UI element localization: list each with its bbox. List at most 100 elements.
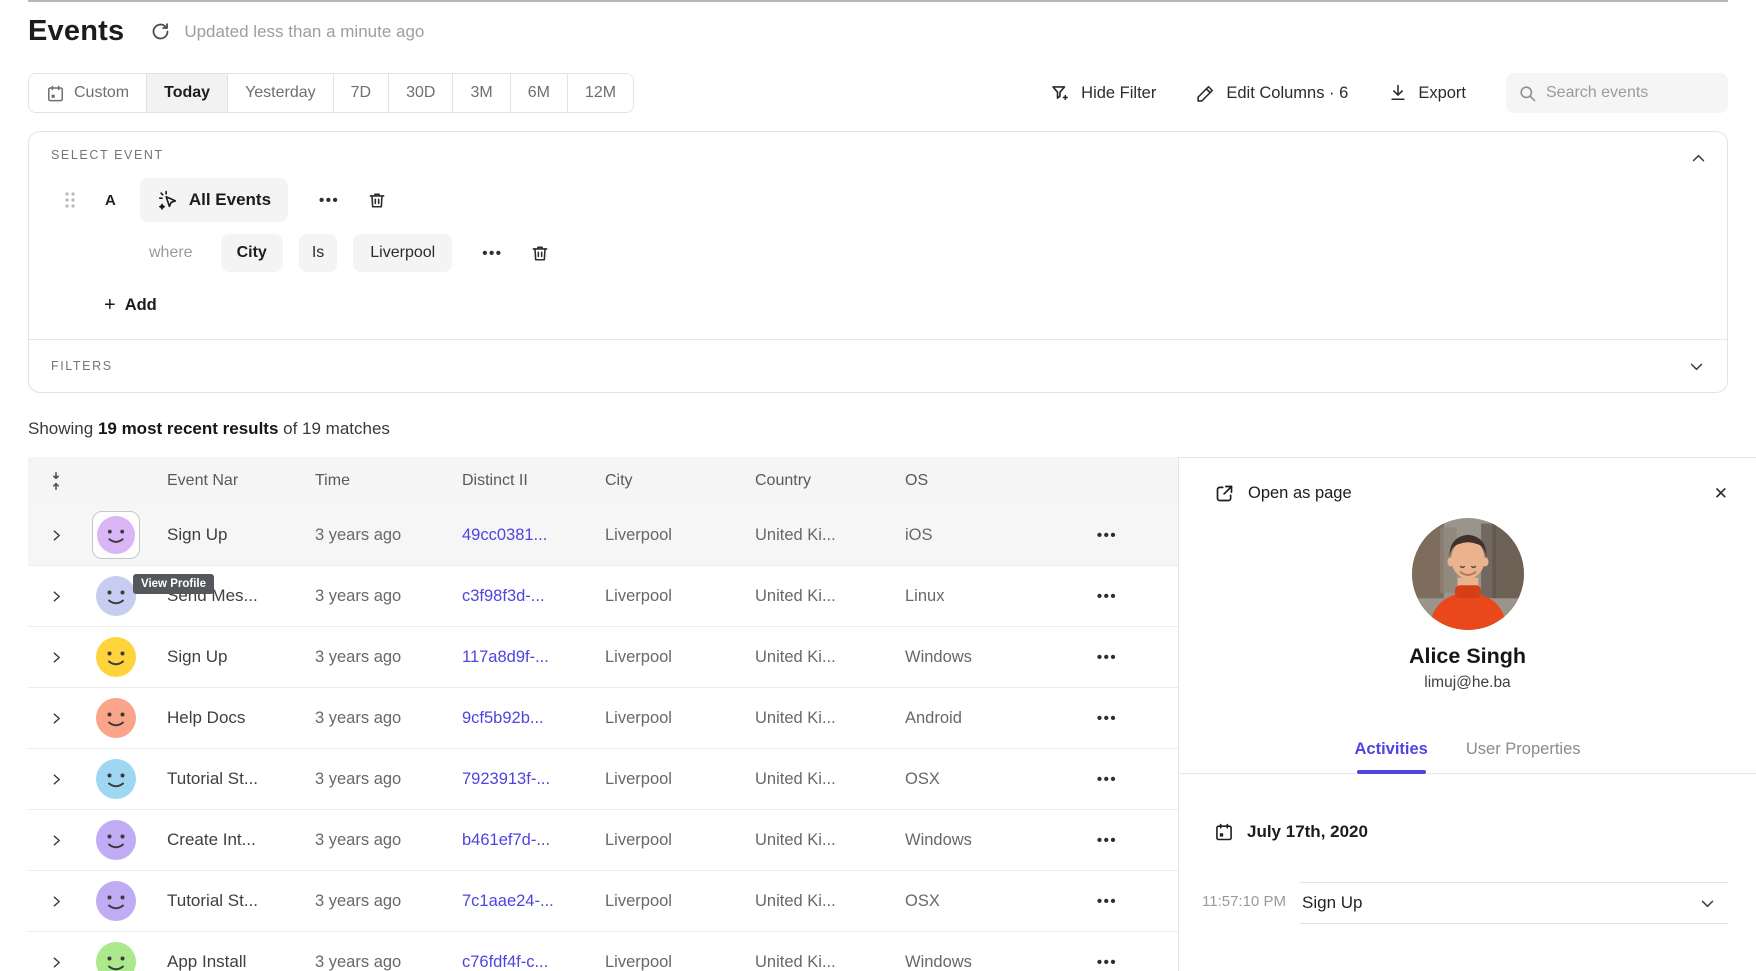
distinct-id-link[interactable]: 7923913f-...: [462, 770, 550, 788]
date-range-button-3m[interactable]: 3M: [452, 74, 509, 112]
row-expand-chevron-icon[interactable]: [50, 590, 63, 603]
where-label: where: [149, 244, 193, 262]
row-actions-button[interactable]: •••: [1097, 710, 1117, 727]
date-range-button-6m[interactable]: 6M: [510, 74, 567, 112]
date-range-label: 3M: [470, 84, 492, 102]
row-actions-button[interactable]: •••: [1097, 771, 1117, 788]
column-header-event-name[interactable]: Event Nar: [148, 472, 296, 490]
row-actions-button[interactable]: •••: [1097, 893, 1117, 910]
page-title: Events: [28, 15, 124, 48]
row-expand-chevron-icon[interactable]: [50, 712, 63, 725]
os-cell: Linux: [886, 587, 1036, 606]
distinct-id-link[interactable]: 49cc0381...: [462, 526, 547, 544]
row-actions-button[interactable]: •••: [1097, 832, 1117, 849]
avatar[interactable]: [96, 942, 136, 971]
date-range-button-yesterday[interactable]: Yesterday: [227, 74, 333, 112]
refresh-button[interactable]: [150, 21, 171, 42]
date-range-button-custom[interactable]: Custom: [29, 74, 146, 112]
table-row[interactable]: Tutorial St... 3 years ago 7923913f-... …: [28, 749, 1178, 810]
table-row[interactable]: Create Int... 3 years ago b461ef7d-... L…: [28, 810, 1178, 871]
avatar-face-icon: [96, 637, 136, 677]
filter-options-button[interactable]: •••: [482, 245, 502, 262]
row-expand-chevron-icon[interactable]: [50, 651, 63, 664]
filters-section[interactable]: FILTERS: [29, 340, 1727, 392]
event-name-cell: Sign Up: [148, 525, 296, 545]
column-header-distinct-id[interactable]: Distinct II: [443, 472, 586, 490]
date-range-button-7d[interactable]: 7D: [333, 74, 388, 112]
row-actions-button[interactable]: •••: [1097, 527, 1117, 544]
column-header-country[interactable]: Country: [736, 472, 886, 490]
expand-filters-button[interactable]: [1688, 358, 1705, 375]
activity-event-row[interactable]: Sign Up: [1300, 882, 1728, 924]
avatar[interactable]: [96, 576, 136, 616]
add-event-button[interactable]: + Add: [104, 294, 157, 317]
event-options-button[interactable]: •••: [319, 192, 339, 209]
row-actions-button[interactable]: •••: [1097, 649, 1117, 666]
value-chip[interactable]: Liverpool: [353, 234, 452, 272]
row-actions-button[interactable]: •••: [1097, 588, 1117, 605]
avatar-face-icon: [96, 881, 136, 921]
date-range-button-30d[interactable]: 30D: [388, 74, 452, 112]
activity-date-row: July 17th, 2020: [1214, 822, 1756, 842]
distinct-id-link[interactable]: c76fdf4f-c...: [462, 953, 548, 971]
operator-chip[interactable]: Is: [299, 234, 337, 272]
table-row[interactable]: Help Docs 3 years ago 9cf5b92b... Liverp…: [28, 688, 1178, 749]
column-header-time[interactable]: Time: [296, 472, 443, 490]
collapse-rows-header[interactable]: [28, 471, 84, 491]
row-expand-chevron-icon[interactable]: [50, 773, 63, 786]
table-row[interactable]: App Install 3 years ago c76fdf4f-c... Li…: [28, 932, 1178, 971]
distinct-id-link[interactable]: b461ef7d-...: [462, 831, 550, 849]
city-cell: Liverpool: [586, 709, 736, 728]
table-row[interactable]: Sign Up 3 years ago 117a8d9f-... Liverpo…: [28, 627, 1178, 688]
hide-filter-button[interactable]: Hide Filter: [1050, 83, 1156, 104]
close-panel-button[interactable]: ✕: [1714, 484, 1728, 504]
download-icon: [1388, 83, 1408, 103]
date-range-button-12m[interactable]: 12M: [567, 74, 633, 112]
distinct-id-link[interactable]: 117a8d9f-...: [462, 648, 549, 666]
row-expand-chevron-icon[interactable]: [50, 529, 63, 542]
avatar[interactable]: [96, 820, 136, 860]
avatar[interactable]: [96, 759, 136, 799]
date-range-label: 6M: [528, 84, 550, 102]
event-selector-chip[interactable]: All Events: [140, 178, 288, 222]
open-as-page-button[interactable]: Open as page: [1214, 483, 1352, 504]
activity-date: July 17th, 2020: [1247, 822, 1368, 842]
date-range-button-today[interactable]: Today: [146, 74, 227, 112]
top-divider: [28, 0, 1728, 2]
export-label: Export: [1418, 84, 1466, 103]
collapse-select-event-button[interactable]: [1690, 150, 1707, 167]
column-header-city[interactable]: City: [586, 472, 736, 490]
profile-tab-user-properties[interactable]: User Properties: [1466, 740, 1581, 759]
row-expand-chevron-icon[interactable]: [50, 834, 63, 847]
toolbar: Custom Today Yesterday 7D: [28, 73, 1728, 113]
drag-handle[interactable]: [63, 189, 77, 211]
all-events-icon: [157, 189, 179, 211]
city-cell: Liverpool: [586, 648, 736, 667]
property-chip[interactable]: City: [221, 234, 283, 272]
edit-columns-button[interactable]: Edit Columns · 6: [1196, 83, 1348, 103]
avatar[interactable]: [96, 881, 136, 921]
calendar-icon: [1214, 822, 1234, 842]
distinct-id-link[interactable]: 7c1aae24-...: [462, 892, 554, 910]
time-cell: 3 years ago: [296, 770, 443, 789]
export-button[interactable]: Export: [1388, 83, 1466, 103]
row-actions-button[interactable]: •••: [1097, 954, 1117, 971]
profile-tab-activities[interactable]: Activities: [1355, 740, 1428, 759]
delete-event-button[interactable]: [367, 190, 387, 211]
pencil-icon: [1196, 83, 1216, 103]
table-row[interactable]: Sign Up 3 years ago 49cc0381... Liverpoo…: [28, 505, 1178, 566]
avatar[interactable]: [97, 516, 135, 554]
search-box: [1506, 73, 1728, 113]
avatar[interactable]: [96, 637, 136, 677]
delete-filter-button[interactable]: [530, 243, 550, 264]
row-expand-chevron-icon[interactable]: [50, 895, 63, 908]
column-header-os[interactable]: OS: [886, 472, 1036, 490]
search-input[interactable]: [1546, 84, 1706, 102]
avatar[interactable]: [96, 698, 136, 738]
where-clause-row: where City Is Liverpool •••: [149, 234, 1727, 272]
row-expand-chevron-icon[interactable]: [50, 956, 63, 969]
distinct-id-link[interactable]: 9cf5b92b...: [462, 709, 544, 727]
search-icon: [1518, 84, 1537, 103]
distinct-id-link[interactable]: c3f98f3d-...: [462, 587, 545, 605]
table-row[interactable]: Tutorial St... 3 years ago 7c1aae24-... …: [28, 871, 1178, 932]
